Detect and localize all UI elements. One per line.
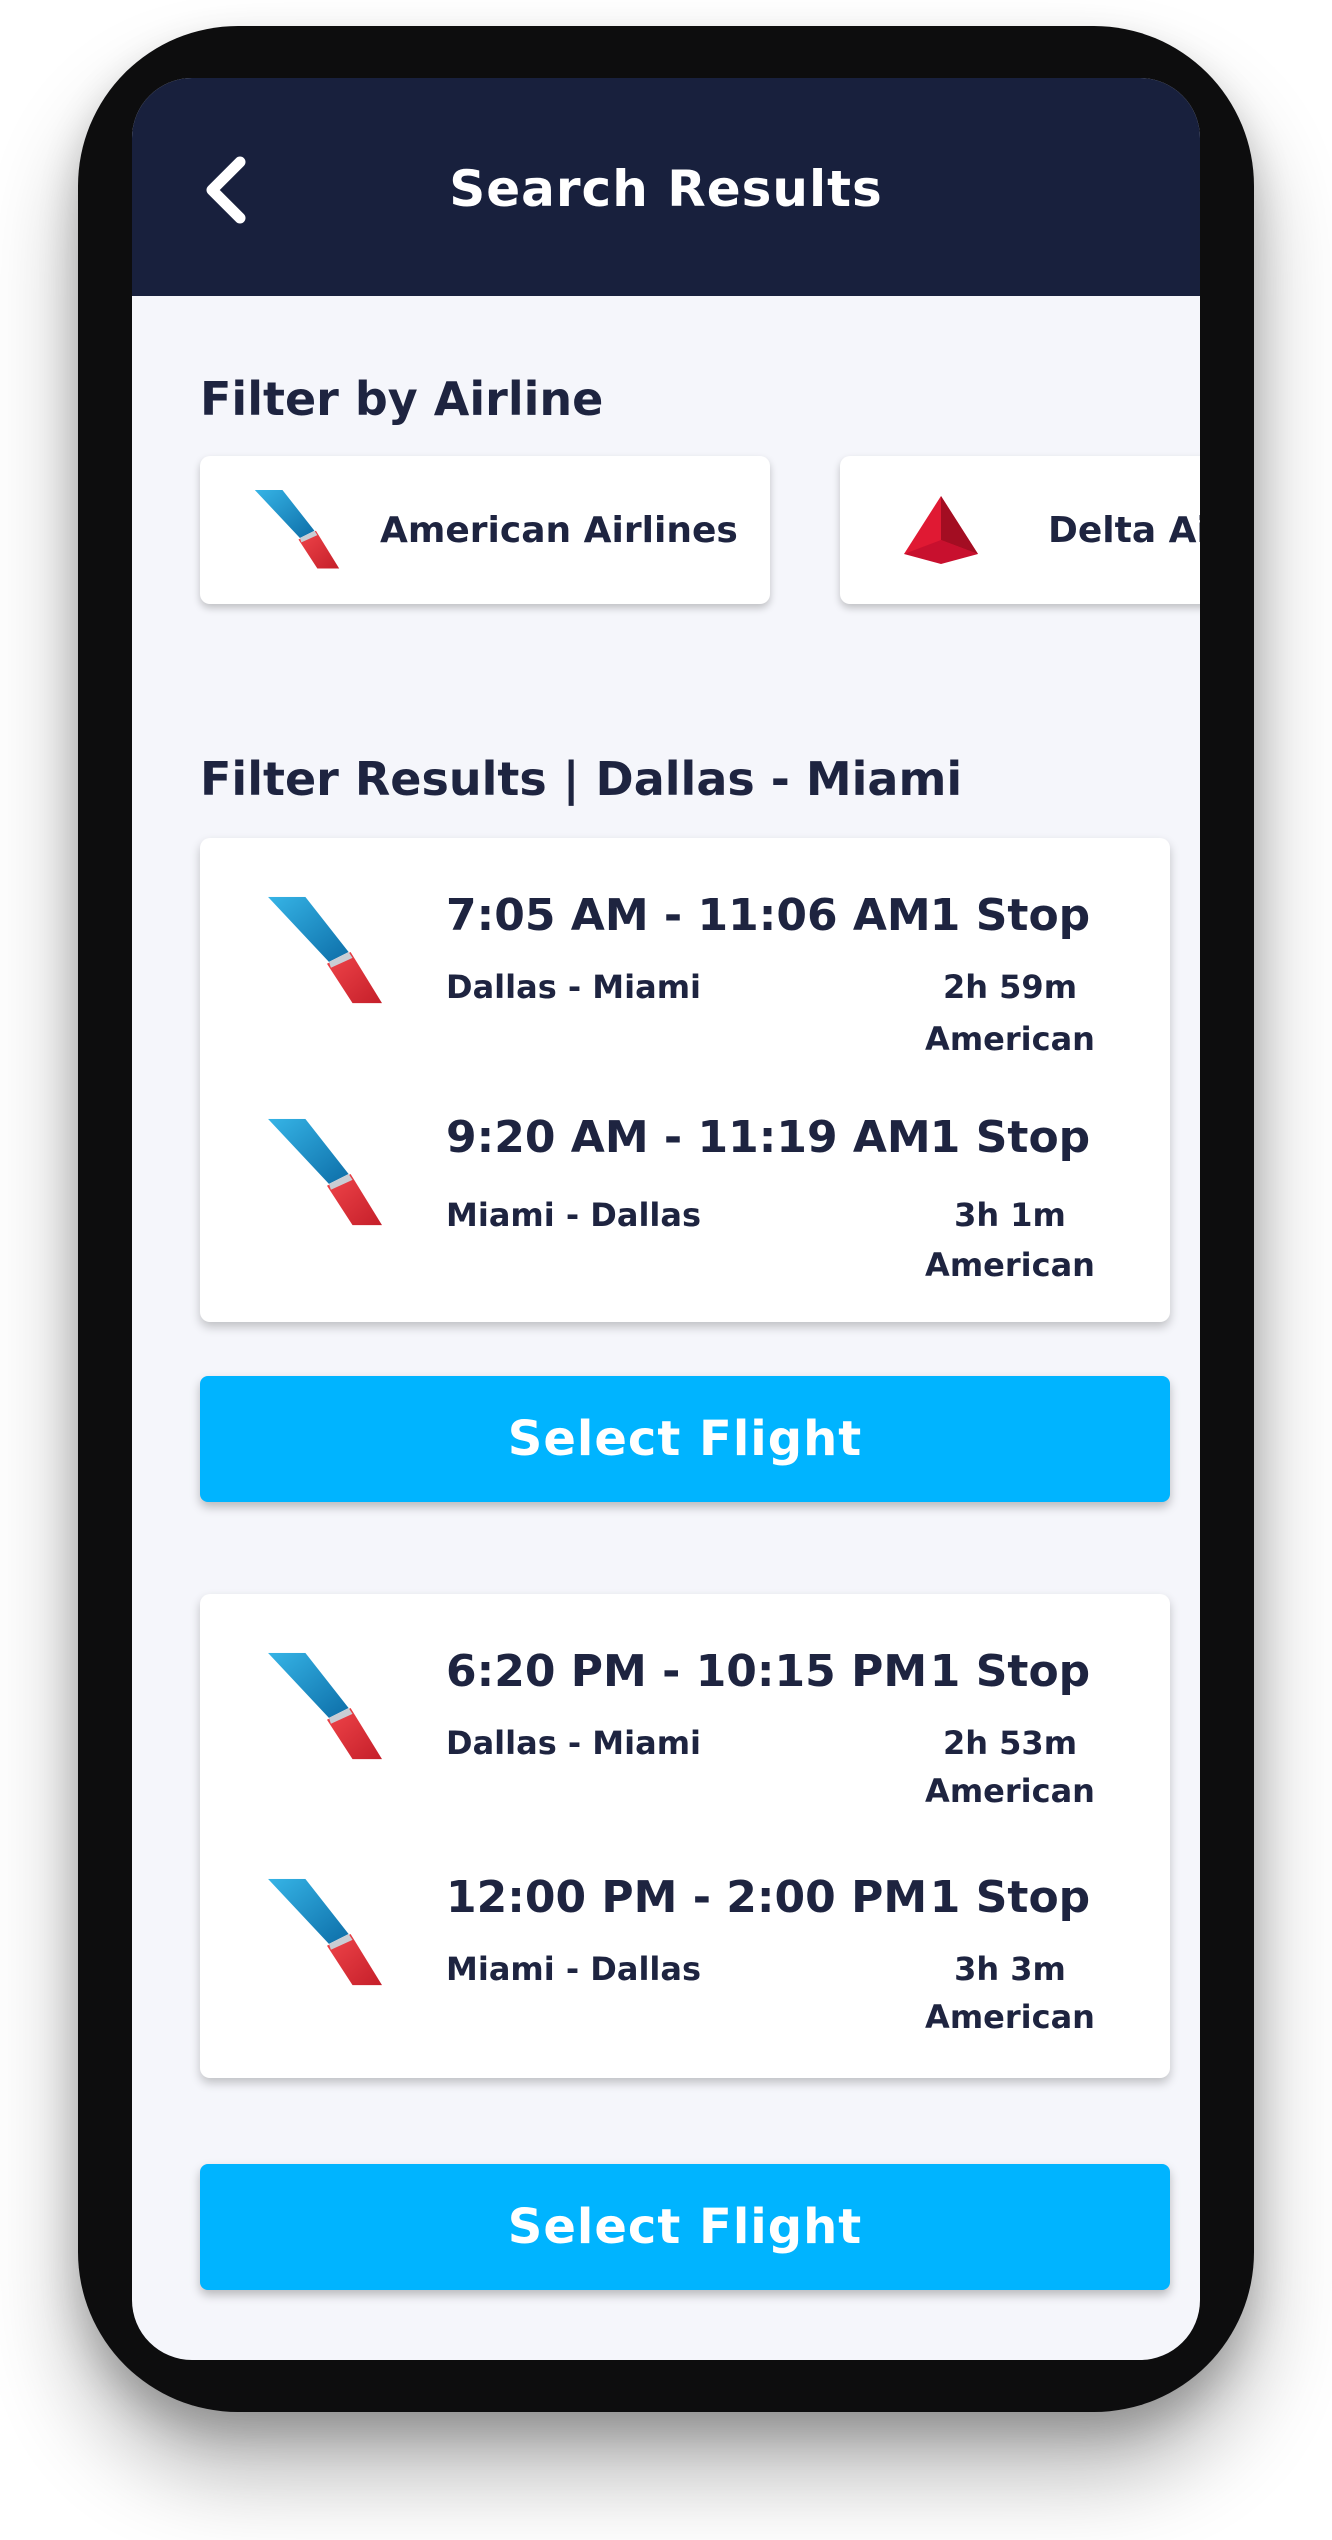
american-airlines-logo-icon (266, 1650, 384, 1764)
select-flight-button[interactable]: Select Flight (200, 1376, 1170, 1502)
american-airlines-logo-icon (266, 1116, 384, 1230)
flight-leg-return: 12:00 PM - 2:00 PM Miami - Dallas 1 Stop… (200, 1820, 1170, 2036)
app-screen: Search Results Filter by Airline America… (132, 78, 1200, 2360)
airline-chip-delta[interactable]: Delta Airlines (840, 456, 1200, 604)
delta-logo-icon (904, 496, 978, 564)
flight-times: 7:05 AM - 11:06 AM (446, 890, 931, 941)
flight-route: Dallas - Miami (446, 968, 702, 1006)
flight-route: Miami - Dallas (446, 1196, 702, 1234)
american-airlines-logo-icon (252, 490, 342, 570)
flight-duration: 2h 59m (942, 968, 1078, 1006)
flight-route: Dallas - Miami (446, 1724, 702, 1762)
flight-card[interactable]: 7:05 AM - 11:06 AM Dallas - Miami 1 Stop… (200, 838, 1170, 1322)
flight-duration: 2h 53m (942, 1724, 1078, 1762)
flight-carrier: American (925, 1020, 1095, 1058)
airline-chip-label: American Airlines (380, 510, 738, 551)
flight-stops: 1 Stop (929, 890, 1091, 941)
phone-frame: Search Results Filter by Airline America… (78, 26, 1254, 2412)
flight-carrier: American (925, 1772, 1095, 1810)
flight-leg-return: 9:20 AM - 11:19 AM Miami - Dallas 1 Stop… (200, 1060, 1170, 1284)
flight-stops: 1 Stop (929, 1646, 1091, 1697)
flight-stops: 1 Stop (929, 1872, 1091, 1923)
flight-times: 6:20 PM - 10:15 PM (446, 1646, 928, 1697)
select-flight-button[interactable]: Select Flight (200, 2164, 1170, 2290)
flight-carrier: American (925, 1998, 1095, 2036)
flight-leg-outbound: 6:20 PM - 10:15 PM Dallas - Miami 1 Stop… (200, 1594, 1170, 1810)
page-title: Search Results (449, 160, 883, 218)
flight-duration: 3h 1m (954, 1196, 1066, 1234)
airline-chip-label: Delta Airlines (1048, 510, 1200, 551)
flight-times: 9:20 AM - 11:19 AM (446, 1112, 931, 1163)
airline-filter-title: Filter by Airline (200, 372, 604, 426)
american-airlines-logo-icon (266, 1876, 384, 1990)
flight-duration: 3h 3m (954, 1950, 1066, 1988)
top-app-bar: Search Results (132, 78, 1200, 296)
results-title: Filter Results | Dallas - Miami (200, 752, 963, 806)
flight-route: Miami - Dallas (446, 1950, 702, 1988)
flight-stops: 1 Stop (929, 1112, 1091, 1163)
flight-times: 12:00 PM - 2:00 PM (446, 1872, 928, 1923)
american-airlines-logo-icon (266, 894, 384, 1008)
flight-card[interactable]: 6:20 PM - 10:15 PM Dallas - Miami 1 Stop… (200, 1594, 1170, 2078)
flight-carrier: American (925, 1246, 1095, 1284)
airline-chip-american[interactable]: American Airlines (200, 456, 770, 604)
flight-leg-outbound: 7:05 AM - 11:06 AM Dallas - Miami 1 Stop… (200, 838, 1170, 1058)
